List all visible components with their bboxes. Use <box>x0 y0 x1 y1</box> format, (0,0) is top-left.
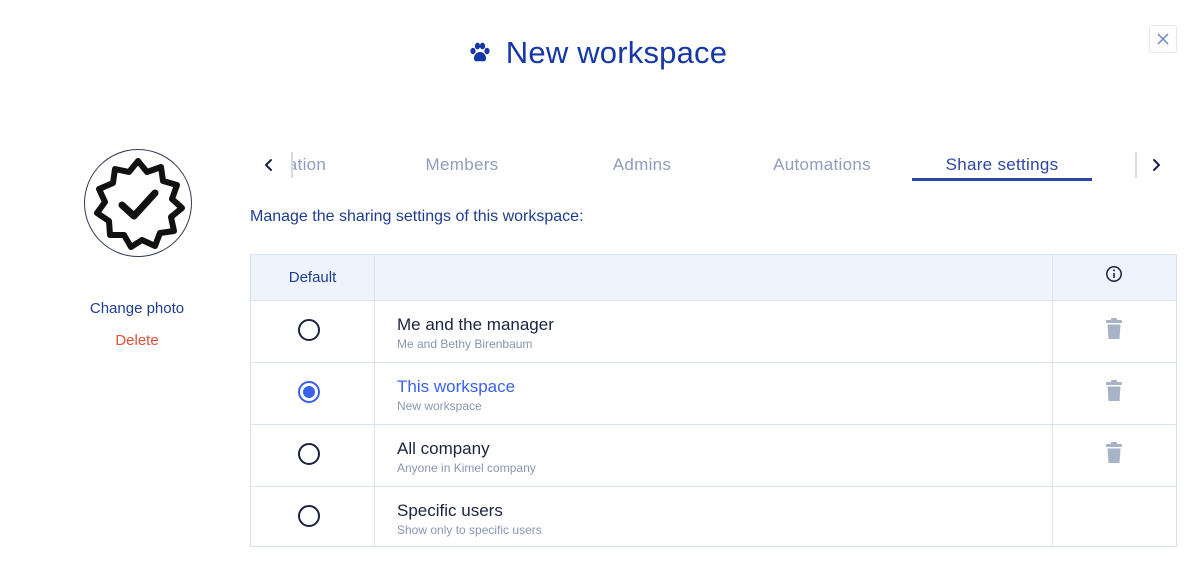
tabs-scroll-left-button[interactable] <box>258 154 280 176</box>
table-row: Me and the manager Me and Bethy Birenbau… <box>251 300 1176 362</box>
tab-share-settings[interactable]: Share settings <box>912 148 1092 181</box>
tabs-viewport: Information Members Admins Automations S… <box>291 148 1137 184</box>
actions-column-header <box>1053 255 1176 300</box>
default-radio-me-and-manager[interactable] <box>298 319 320 341</box>
trash-icon[interactable] <box>1105 380 1123 402</box>
option-title: This workspace <box>397 377 516 396</box>
tab-automations[interactable]: Automations <box>732 148 912 181</box>
tabs-scroll-right-button[interactable] <box>1145 154 1167 176</box>
info-icon[interactable] <box>1105 265 1123 283</box>
tabs-fade-left <box>291 152 293 178</box>
default-radio-all-company[interactable] <box>298 443 320 465</box>
table-row: Specific users Show only to specific use… <box>251 486 1176 546</box>
option-cell: All company Anyone in Kimel company <box>375 425 1053 486</box>
tabs-bar: Information Members Admins Automations S… <box>250 148 1177 184</box>
workspace-avatar[interactable] <box>84 149 192 257</box>
trash-icon[interactable] <box>1105 442 1123 464</box>
actions-cell <box>1053 425 1176 486</box>
default-cell <box>251 425 375 486</box>
default-cell <box>251 363 375 424</box>
tab-members[interactable]: Members <box>372 148 552 181</box>
tabs-track: Information Members Admins Automations S… <box>291 148 1137 184</box>
tabs-fade-right <box>1135 152 1137 178</box>
trash-icon[interactable] <box>1105 318 1123 340</box>
actions-cell <box>1053 301 1176 362</box>
option-subtitle: New workspace <box>397 399 482 413</box>
table-row: All company Anyone in Kimel company <box>251 424 1176 486</box>
modal-header: New workspace <box>0 30 1195 76</box>
option-subtitle: Anyone in Kimel company <box>397 461 536 475</box>
option-subtitle: Show only to specific users <box>397 523 542 537</box>
default-column-header: Default <box>251 255 375 300</box>
option-cell: Specific users Show only to specific use… <box>375 487 1053 546</box>
option-title: Specific users <box>397 501 503 520</box>
tab-notifications[interactable]: Notifications <box>1092 148 1137 181</box>
verified-badge-icon <box>94 158 185 250</box>
share-settings-table: Default Me and the manager Me and Bethy … <box>250 254 1177 547</box>
option-cell: Me and the manager Me and Bethy Birenbau… <box>375 301 1053 362</box>
change-photo-link[interactable]: Change photo <box>62 300 212 317</box>
default-cell <box>251 487 375 546</box>
tab-information[interactable]: Information <box>291 148 372 181</box>
table-header-row: Default <box>251 255 1176 300</box>
actions-cell <box>1053 487 1176 546</box>
paw-icon <box>470 42 490 62</box>
option-subtitle: Me and Bethy Birenbaum <box>397 337 533 351</box>
delete-photo-link[interactable]: Delete <box>62 332 212 349</box>
option-cell: This workspace New workspace <box>375 363 1053 424</box>
actions-cell <box>1053 363 1176 424</box>
option-column-header <box>375 255 1053 300</box>
option-title: Me and the manager <box>397 315 554 334</box>
table-row: This workspace New workspace <box>251 362 1176 424</box>
tab-admins[interactable]: Admins <box>552 148 732 181</box>
option-title: All company <box>397 439 490 458</box>
default-cell <box>251 301 375 362</box>
chevron-left-icon <box>265 159 272 171</box>
default-header-label: Default <box>288 269 337 286</box>
default-radio-specific-users[interactable] <box>298 505 320 527</box>
page-title: New workspace <box>505 35 728 70</box>
chevron-right-icon <box>1153 159 1160 171</box>
default-radio-this-workspace[interactable] <box>298 381 320 403</box>
section-subtitle: Manage the sharing settings of this work… <box>250 208 584 225</box>
